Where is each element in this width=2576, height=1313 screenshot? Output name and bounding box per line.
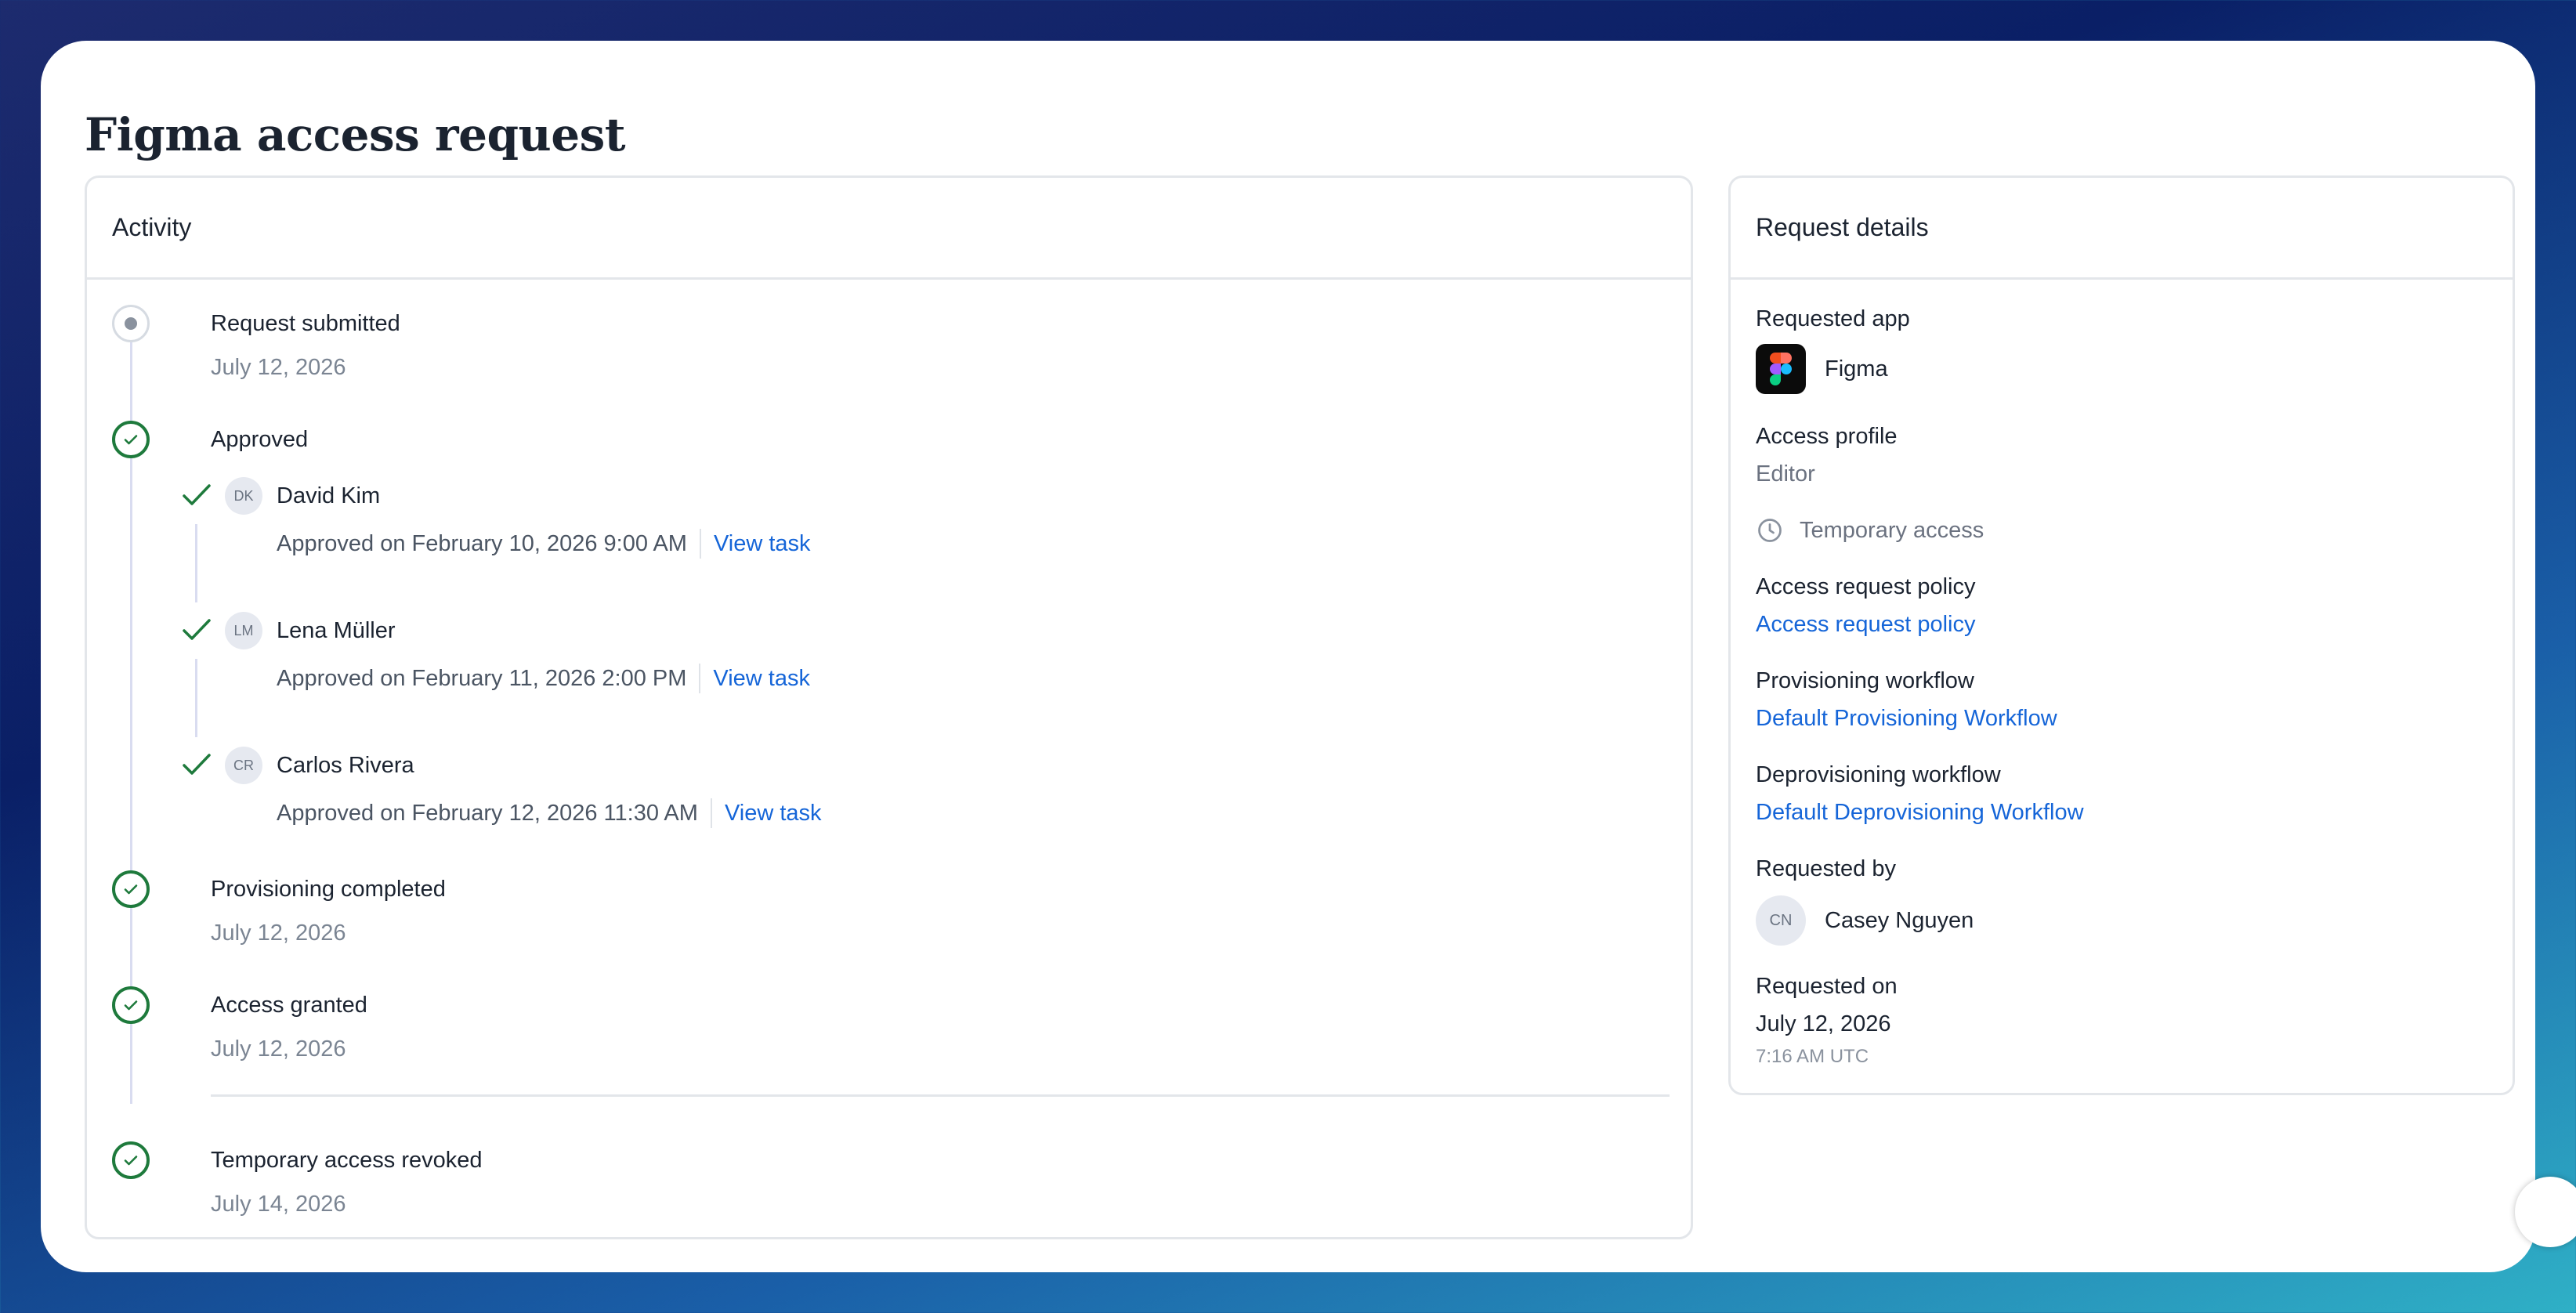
event-date: July 12, 2026 bbox=[211, 355, 346, 380]
requested-on-time: 7:16 AM UTC bbox=[1756, 1046, 1869, 1067]
pending-dot-icon bbox=[112, 305, 150, 342]
avatar: DK bbox=[225, 477, 262, 515]
approver-detail-row: Approved on February 12, 2026 11:30 AM V… bbox=[277, 794, 822, 833]
requested-on-label: Requested on bbox=[1756, 974, 1898, 999]
event-date: July 12, 2026 bbox=[211, 1036, 346, 1062]
policy-label: Access request policy bbox=[1756, 574, 1976, 599]
event-title: Approved bbox=[211, 427, 309, 452]
avatar: CN bbox=[1756, 895, 1806, 946]
check-circle-icon bbox=[112, 870, 150, 908]
deprovisioning-workflow-link[interactable]: Default Deprovisioning Workflow bbox=[1756, 800, 2084, 826]
requested-app-name: Figma bbox=[1825, 356, 1888, 382]
activity-header: Activity bbox=[87, 178, 1691, 280]
event-title: Access granted bbox=[211, 993, 367, 1018]
request-details-card: Request details Requested app Figma Acce… bbox=[1728, 175, 2515, 1095]
approval-detail: Approved on February 11, 2026 2:00 PM bbox=[277, 665, 687, 691]
provisioning-label: Provisioning workflow bbox=[1756, 668, 1974, 693]
approver-line bbox=[195, 524, 197, 602]
approver-detail-row: Approved on February 11, 2026 2:00 PM Vi… bbox=[277, 659, 810, 698]
check-circle-icon bbox=[112, 421, 150, 458]
check-icon bbox=[183, 754, 211, 775]
approval-detail: Approved on February 12, 2026 11:30 AM bbox=[277, 800, 698, 826]
details-header: Request details bbox=[1731, 178, 2513, 280]
deprovisioning-label: Deprovisioning workflow bbox=[1756, 762, 2001, 787]
access-profile-label: Access profile bbox=[1756, 424, 1898, 449]
view-task-link[interactable]: View task bbox=[725, 801, 822, 827]
requester-name: Casey Nguyen bbox=[1825, 908, 1974, 933]
page-title: Figma access request bbox=[85, 108, 626, 161]
view-task-link[interactable]: View task bbox=[713, 666, 810, 692]
approver-name: Carlos Rivera bbox=[277, 753, 414, 778]
avatar: LM bbox=[225, 612, 262, 649]
divider bbox=[710, 798, 712, 828]
avatar: CR bbox=[225, 747, 262, 784]
check-icon bbox=[183, 619, 211, 640]
event-title: Request submitted bbox=[211, 311, 400, 336]
divider bbox=[699, 529, 701, 559]
event-title: Provisioning completed bbox=[211, 877, 446, 902]
requested-by-label: Requested by bbox=[1756, 856, 1896, 881]
access-profile-value: Editor bbox=[1756, 461, 1815, 486]
divider bbox=[699, 664, 701, 693]
figma-logo-icon bbox=[1756, 344, 1806, 394]
activity-card: Activity Request submitted July 12, 2026… bbox=[85, 175, 1693, 1239]
app-window: Figma access request Activity Request su… bbox=[41, 41, 2535, 1272]
provisioning-workflow-link[interactable]: Default Provisioning Workflow bbox=[1756, 706, 2057, 732]
requested-on-date: July 12, 2026 bbox=[1756, 1011, 1891, 1036]
check-icon bbox=[183, 484, 211, 505]
temporary-access: Temporary access bbox=[1800, 518, 1984, 543]
access-request-policy-link[interactable]: Access request policy bbox=[1756, 612, 1975, 638]
requested-app-label: Requested app bbox=[1756, 306, 1910, 331]
check-circle-icon bbox=[112, 1141, 150, 1179]
event-date: July 14, 2026 bbox=[211, 1192, 346, 1217]
clock-icon bbox=[1758, 519, 1782, 542]
approver-line bbox=[195, 659, 197, 737]
approver-detail-row: Approved on February 10, 2026 9:00 AM Vi… bbox=[277, 524, 811, 563]
check-circle-icon bbox=[112, 986, 150, 1024]
view-task-link[interactable]: View task bbox=[714, 531, 811, 557]
approver-name: David Kim bbox=[277, 483, 381, 508]
event-title: Temporary access revoked bbox=[211, 1148, 483, 1173]
approval-detail: Approved on February 10, 2026 9:00 AM bbox=[277, 530, 687, 556]
approver-name: Lena Müller bbox=[277, 618, 396, 643]
section-divider bbox=[211, 1094, 1670, 1097]
event-date: July 12, 2026 bbox=[211, 921, 346, 946]
